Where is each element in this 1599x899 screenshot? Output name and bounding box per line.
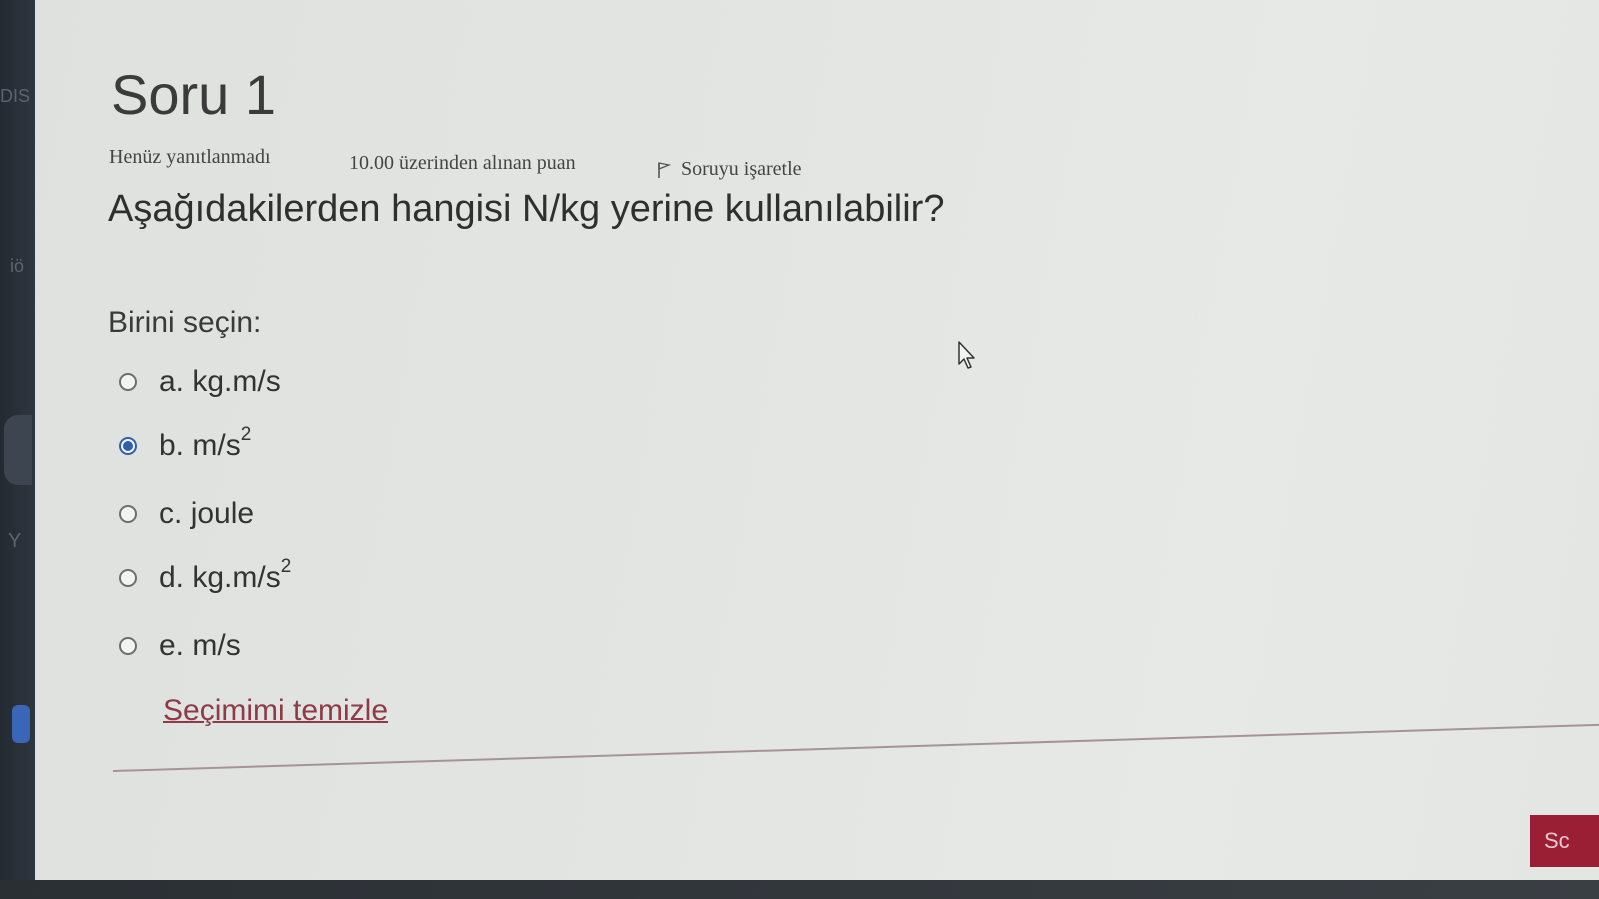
question-text: Aşağıdakilerden hangisi N/kg yerine kull…: [108, 188, 945, 230]
sidebar-blue-icon[interactable]: [12, 705, 30, 743]
radio-button[interactable]: [119, 636, 137, 655]
radio-button[interactable]: [119, 568, 137, 587]
radio-button-selected[interactable]: [119, 436, 137, 455]
flag-question-label: Soruyu işaretle: [681, 158, 802, 180]
option-label: e. m/s: [159, 629, 241, 662]
sidebar-text-fragment: Y: [8, 530, 22, 552]
sidebar-text-fragment: iö: [10, 256, 25, 276]
question-panel: Soru 1 Henüz yanıtlanmadı 10.00 üzerinde…: [35, 0, 1599, 899]
option-label: c. joule: [159, 497, 255, 530]
answer-option-e[interactable]: e. m/s: [119, 628, 241, 663]
bottom-edge: [0, 880, 1599, 899]
mouse-cursor-icon: [958, 341, 975, 369]
answer-option-a[interactable]: a. kg.m/s: [119, 364, 281, 399]
option-label: b. m/s2: [159, 424, 252, 462]
clear-selection-link[interactable]: Seçimimi temizle: [163, 694, 388, 728]
question-status: Henüz yanıtlanmadı: [109, 146, 271, 168]
radio-button[interactable]: [119, 504, 137, 523]
answer-option-b[interactable]: b. m/s2: [119, 424, 252, 463]
question-title: Soru 1: [111, 63, 276, 126]
next-page-button[interactable]: Sc: [1530, 815, 1599, 867]
sidebar-toggle-handle[interactable]: [4, 415, 32, 485]
question-grade: 10.00 üzerinden alınan puan: [349, 152, 576, 174]
answer-prompt: Birini seçin:: [108, 306, 262, 339]
option-label: d. kg.m/s2: [159, 556, 292, 594]
section-divider: [112, 723, 1599, 772]
radio-button[interactable]: [119, 372, 137, 391]
flag-icon: [658, 161, 671, 178]
option-label: a. kg.m/s: [159, 365, 281, 398]
flag-question-link[interactable]: Soruyu işaretle: [657, 158, 802, 181]
sidebar-text-fragment: DIS: [0, 86, 31, 106]
left-sidebar: DIS iö Y: [0, 0, 35, 899]
answer-option-c[interactable]: c. joule: [119, 496, 254, 531]
answer-option-d[interactable]: d. kg.m/s2: [119, 556, 292, 595]
